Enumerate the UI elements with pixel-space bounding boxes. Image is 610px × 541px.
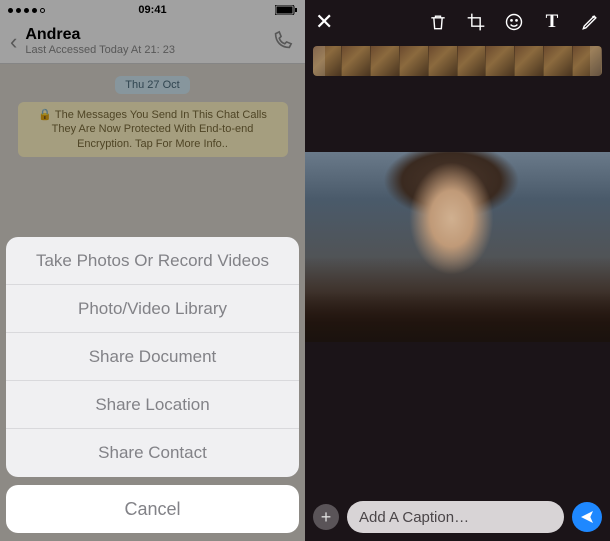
attachment-action-sheet: Take Photos Or Record Videos Photo/Video…: [6, 237, 299, 533]
status-bar: 09:41: [0, 0, 305, 20]
send-button[interactable]: [572, 502, 602, 532]
trash-icon[interactable]: [428, 12, 448, 32]
add-media-button[interactable]: +: [313, 504, 339, 530]
date-separator: Thu 27 Oct: [115, 76, 189, 94]
lock-icon: 🔒: [38, 108, 52, 122]
video-trim-filmstrip[interactable]: [313, 46, 602, 76]
media-preview[interactable]: [305, 82, 610, 493]
encryption-notice[interactable]: 🔒The Messages You Send In This Chat Call…: [18, 102, 288, 157]
emoji-icon[interactable]: [504, 12, 524, 32]
text-icon[interactable]: T: [542, 12, 562, 32]
video-frame: [305, 152, 610, 342]
pencil-icon[interactable]: [580, 12, 600, 32]
action-share-location[interactable]: Share Location: [6, 381, 299, 429]
chat-header: ‹ Andrea Last Accessed Today At 21: 23: [0, 20, 305, 64]
cancel-button[interactable]: Cancel: [6, 485, 299, 533]
chat-subtitle: Last Accessed Today At 21: 23: [25, 44, 271, 57]
status-time: 09:41: [138, 4, 166, 16]
back-icon[interactable]: ‹: [10, 29, 17, 55]
action-share-contact[interactable]: Share Contact: [6, 429, 299, 477]
action-take-photo[interactable]: Take Photos Or Record Videos: [6, 237, 299, 285]
action-sheet-cancel-group: Cancel: [6, 485, 299, 533]
media-editor-screen: ✕ T + Add A Caption…: [305, 0, 610, 541]
chat-title-block[interactable]: Andrea Last Accessed Today At 21: 23: [25, 26, 271, 57]
chat-name: Andrea: [25, 26, 271, 44]
close-icon[interactable]: ✕: [315, 9, 333, 35]
battery-indicator: [275, 5, 297, 15]
caption-bar: + Add A Caption…: [305, 493, 610, 541]
trim-handle-right[interactable]: [590, 46, 602, 76]
trim-handle-left[interactable]: [313, 46, 325, 76]
caption-input[interactable]: Add A Caption…: [347, 501, 564, 533]
encryption-text: The Messages You Send In This Chat Calls…: [52, 109, 267, 150]
editor-toolbar: ✕ T: [305, 0, 610, 44]
action-sheet-options: Take Photos Or Record Videos Photo/Video…: [6, 237, 299, 477]
crop-icon[interactable]: [466, 12, 486, 32]
action-share-document[interactable]: Share Document: [6, 333, 299, 381]
action-photo-library[interactable]: Photo/Video Library: [6, 285, 299, 333]
signal-indicator: [8, 8, 45, 13]
caption-placeholder: Add A Caption…: [359, 509, 469, 526]
phone-icon[interactable]: [271, 30, 295, 54]
chat-screen: 09:41 ‹ Andrea Last Accessed Today At 21…: [0, 0, 305, 541]
